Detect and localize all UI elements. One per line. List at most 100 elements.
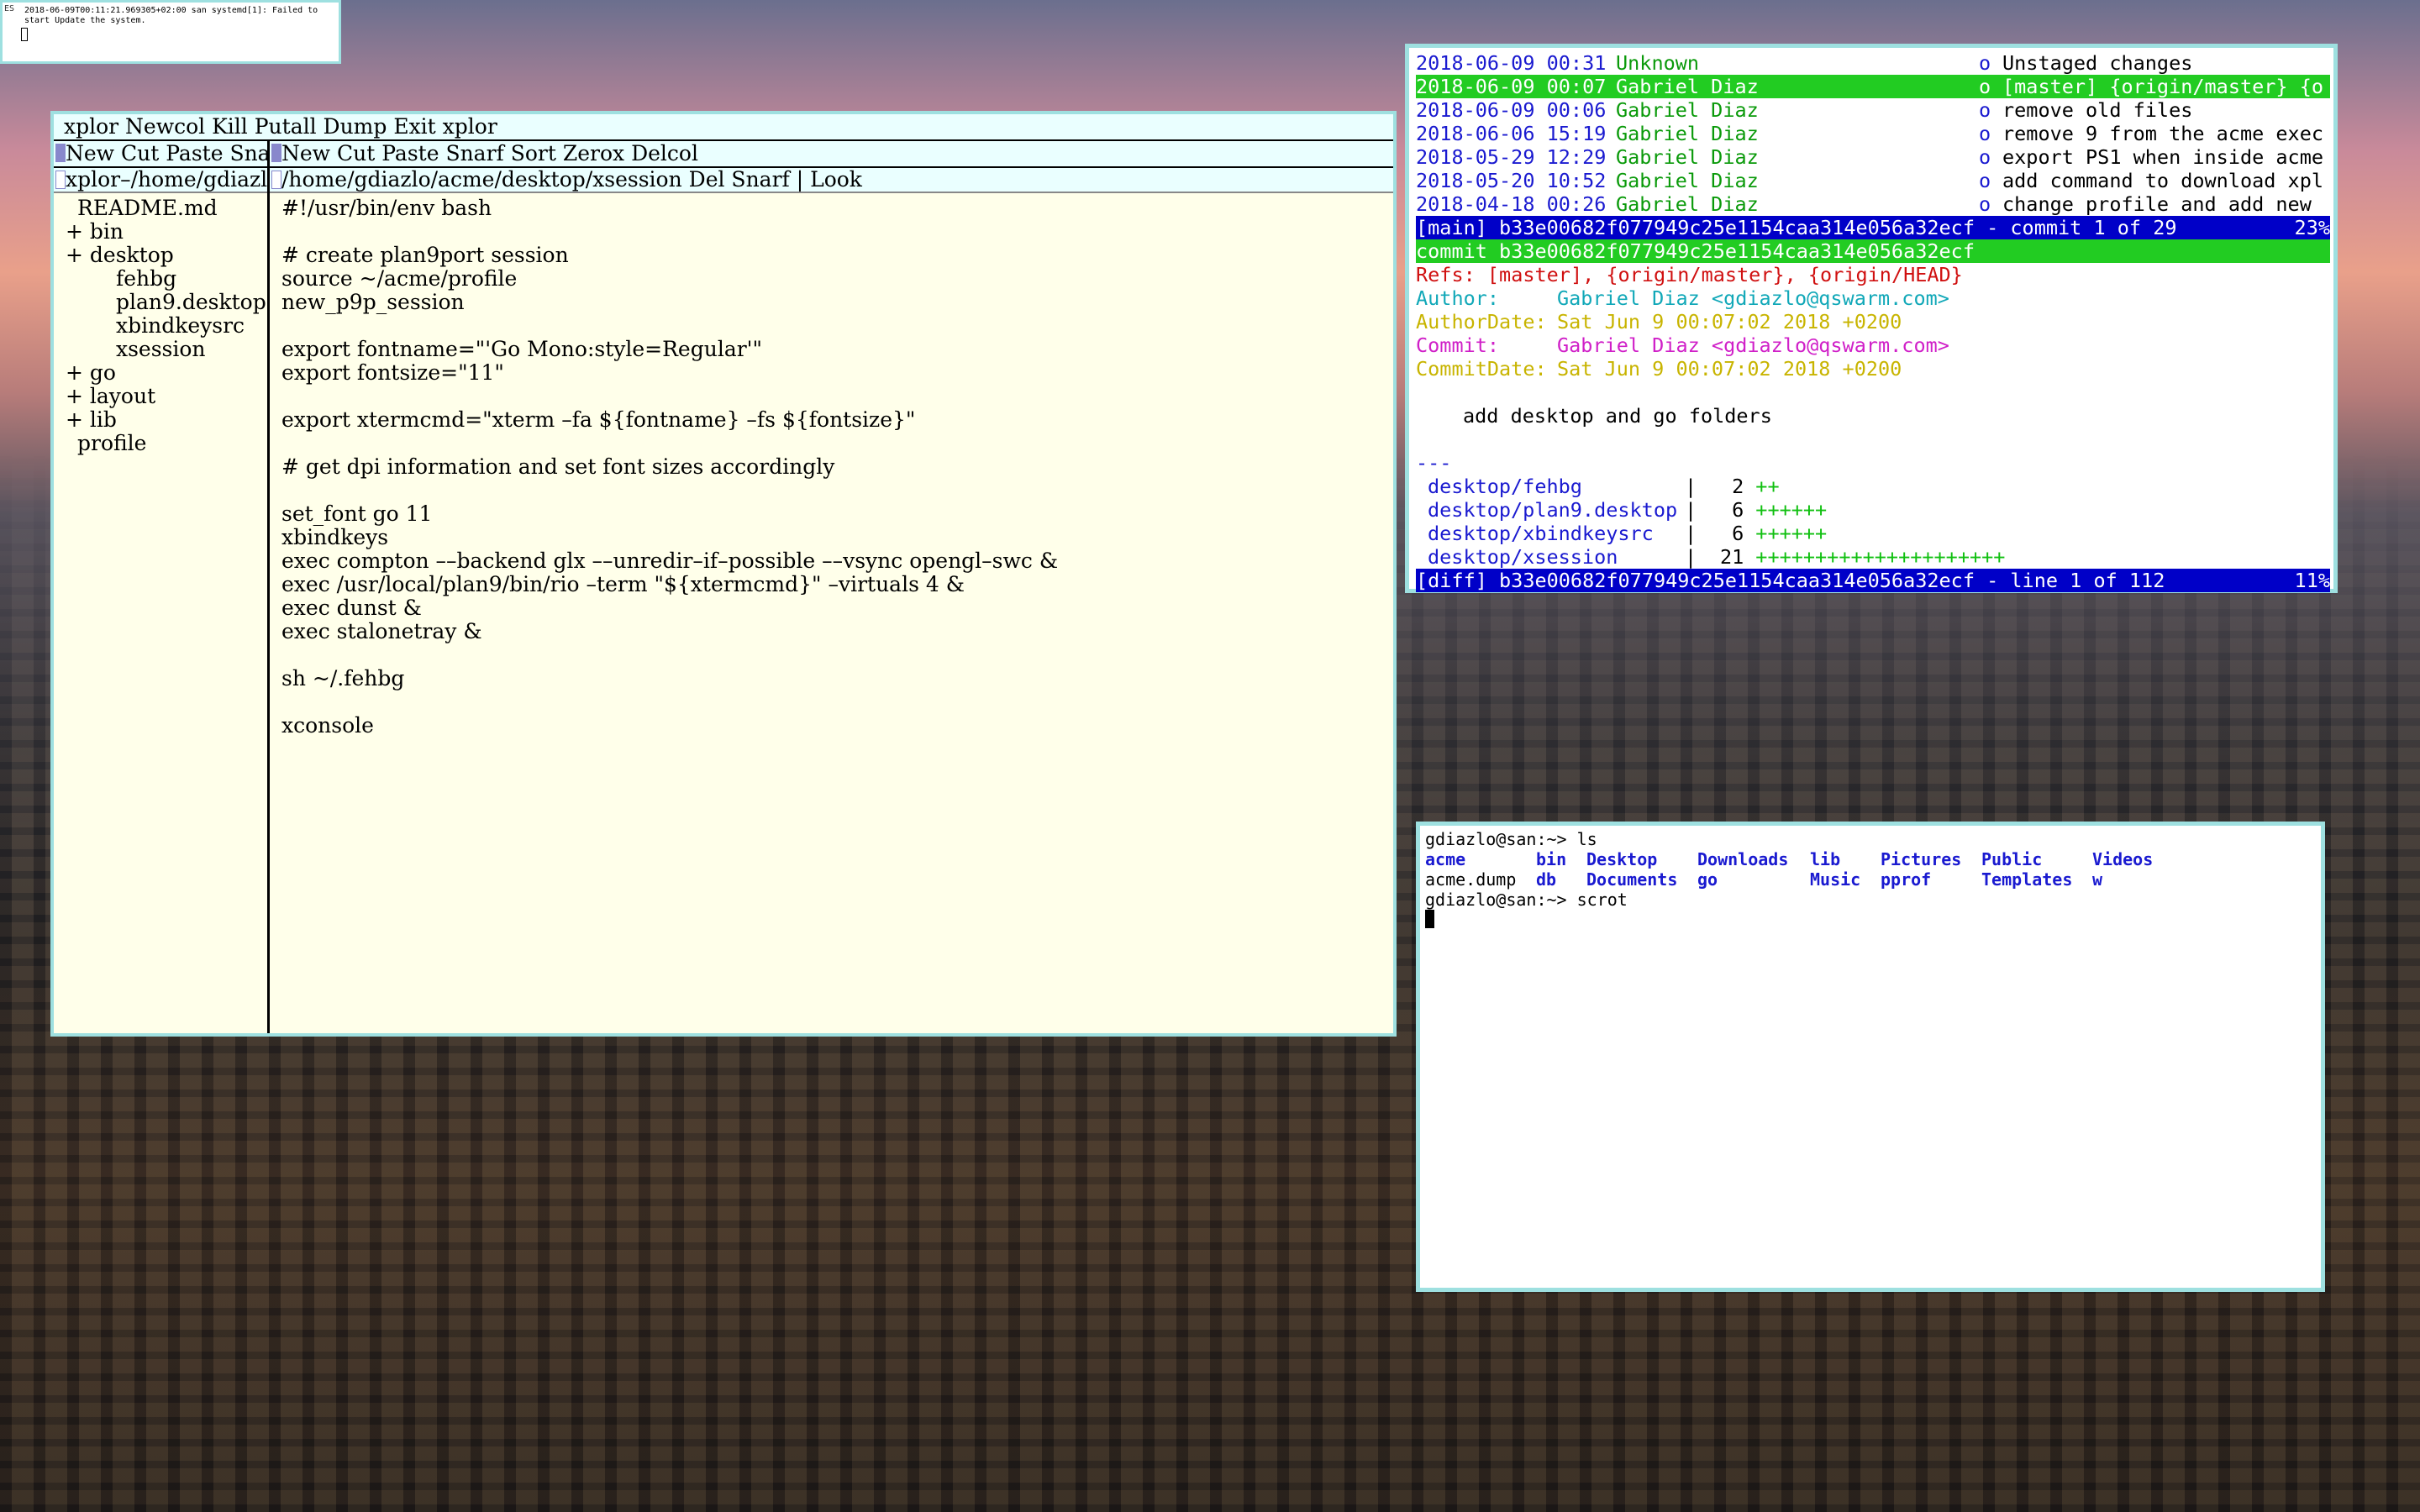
acme-col1-window-tag-text[interactable]: xplor–/home/gdiazl [66, 168, 267, 192]
editor-line[interactable] [281, 314, 1393, 338]
acme-col1-window-tag[interactable]: xplor–/home/gdiazl [54, 168, 267, 193]
editor-line[interactable] [281, 643, 1393, 667]
ls-entry: acme [1425, 849, 1466, 869]
window-drag-handle[interactable] [55, 171, 66, 189]
tig-committer: Commit: Gabriel Diaz <gdiazlo@qswarm.com> [1416, 333, 1949, 357]
xconsole-label: ES [4, 4, 15, 13]
xconsole-cursor [21, 28, 28, 41]
editor-line[interactable]: # get dpi information and set font sizes… [281, 455, 1393, 479]
tree-item[interactable]: + go [66, 361, 267, 385]
column-drag-handle[interactable] [271, 144, 281, 162]
tree-item[interactable]: + desktop [66, 244, 267, 267]
tig-log-row[interactable]: 2018-06-06 15:19 Gabriel Diaz o remove 9 fr… [1416, 122, 2330, 145]
acme-column-2[interactable]: New Cut Paste Snarf Sort Zerox Delcol /h… [270, 141, 1393, 1033]
tig-refs: Refs: [master], {origin/master}, {origin… [1416, 263, 1963, 286]
xsession-editor[interactable]: #!/usr/bin/env bash # create plan9port se… [270, 193, 1393, 738]
tig-separator: --- [1416, 451, 1452, 475]
tig-diffstat[interactable]: desktop/fehbg | 2 ++ desktop/plan9.desktop |… [1416, 475, 2330, 569]
diffstat-row[interactable]: desktop/fehbg | 2 ++ [1416, 475, 2330, 498]
ls-entry: Videos [2092, 849, 2154, 869]
tree-item[interactable]: fehbg [66, 267, 267, 291]
editor-line[interactable]: export fontsize="11" [281, 361, 1393, 385]
terminal-cursor [1425, 910, 1434, 928]
editor-line[interactable] [281, 432, 1393, 455]
ls-entry: Public [1981, 849, 2043, 869]
acme-col2-tag[interactable]: New Cut Paste Snarf Sort Zerox Delcol [270, 141, 1393, 168]
xplor-tree[interactable]: README.md + bin + desktop fehbg plan9.deskto… [54, 193, 267, 455]
editor-line[interactable]: # create plan9port session [281, 244, 1393, 267]
ls-output-row-2: acme.dump db Documents go Music pprof Template… [1425, 869, 2317, 890]
editor-line[interactable]: set_font go 11 [281, 502, 1393, 526]
status-text: [main] b33e00682f077949c25e1154caa314e05… [1416, 216, 2177, 239]
ls-entry: Documents [1586, 869, 1678, 890]
editor-line[interactable] [281, 479, 1393, 502]
editor-line[interactable]: #!/usr/bin/env bash [281, 197, 1393, 220]
column-drag-handle[interactable] [55, 144, 66, 162]
diffstat-row[interactable]: desktop/xbindkeysrc | 6 ++++++ [1416, 522, 2330, 545]
editor-line[interactable]: exec /usr/local/plan9/bin/rio –term "${x… [281, 573, 1393, 596]
tig-main-status: [main] b33e00682f077949c25e1154caa314e05… [1416, 216, 2330, 239]
tig-window[interactable]: 2018-06-09 00:31 Unknown o Unstaged changes… [1405, 44, 2338, 593]
xconsole-window[interactable]: ES 2018-06-09T00:11:21.969305+02:00 san … [0, 0, 341, 64]
editor-line[interactable]: xconsole [281, 714, 1393, 738]
terminal-prompt: gdiazlo@san:~> ls [1425, 829, 1597, 849]
ls-entry: pprof [1881, 869, 1932, 890]
window-drag-handle[interactable] [271, 171, 281, 189]
editor-line[interactable] [281, 690, 1393, 714]
ls-entry: lib [1810, 849, 1841, 869]
terminal-input-line[interactable] [1425, 910, 2317, 930]
xterm-window[interactable]: gdiazlo@san:~> ls acme bin Desktop Download… [1416, 822, 2325, 1292]
editor-line[interactable]: new_p9p_session [281, 291, 1393, 314]
tig-commit-message: add desktop and go folders [1463, 404, 1772, 428]
editor-line[interactable]: export xtermcmd="xterm –fa ${fontname} –… [281, 408, 1393, 432]
tree-item[interactable]: plan9.desktop [66, 291, 267, 314]
tig-diff-status: [diff] b33e00682f077949c25e1154caa314e05… [1416, 569, 2330, 592]
tig-log-row[interactable]: 2018-05-29 12:29 Gabriel Diaz o export PS1 … [1416, 145, 2330, 169]
status-percent: 11% [2294, 569, 2330, 592]
ls-entry: Downloads [1697, 849, 1789, 869]
acme-window[interactable]: xplor Newcol Kill Putall Dump Exit xplor… [50, 111, 1397, 1037]
ls-output-row-1: acme bin Desktop Downloads lib Pictures Public… [1425, 849, 2317, 869]
editor-line[interactable] [281, 385, 1393, 408]
tig-log-row[interactable]: 2018-06-09 00:06 Gabriel Diaz o remove old … [1416, 98, 2330, 122]
acme-col1-tag-text[interactable]: New Cut Paste Sna [66, 141, 267, 165]
ls-entry: Pictures [1881, 849, 1962, 869]
editor-line[interactable]: sh ~/.fehbg [281, 667, 1393, 690]
tree-item[interactable]: README.md [66, 197, 267, 220]
editor-line[interactable]: source ~/acme/profile [281, 267, 1393, 291]
editor-line[interactable]: xbindkeys [281, 526, 1393, 549]
ls-entry: db [1536, 869, 1557, 890]
tig-log-row[interactable]: 2018-04-18 00:26 Gabriel Diaz o change prof… [1416, 192, 2330, 216]
tig-author: Author: Gabriel Diaz <gdiazlo@qswarm.com> [1416, 286, 1949, 310]
acme-col2-window-tag-text[interactable]: /home/gdiazlo/acme/desktop/xsession Del … [281, 168, 862, 192]
tree-item[interactable]: + bin [66, 220, 267, 244]
ls-entry: bin [1536, 849, 1567, 869]
acme-col1-tag[interactable]: New Cut Paste Sna [54, 141, 267, 168]
acme-column-1[interactable]: New Cut Paste Sna xplor–/home/gdiazl REA… [54, 141, 270, 1033]
editor-line[interactable] [281, 220, 1393, 244]
status-percent: 23% [2294, 216, 2330, 239]
tree-item[interactable]: xbindkeysrc [66, 314, 267, 338]
ls-entry: w [2092, 869, 2103, 890]
diffstat-row[interactable]: desktop/xsession | 21 ++++++++++++++++++++… [1416, 545, 2330, 569]
editor-line[interactable]: exec stalonetray & [281, 620, 1393, 643]
diffstat-row[interactable]: desktop/plan9.desktop | 6 ++++++ [1416, 498, 2330, 522]
tree-item[interactable]: xsession [66, 338, 267, 361]
tree-item[interactable]: profile [66, 432, 267, 455]
editor-line[interactable]: exec dunst & [281, 596, 1393, 620]
acme-col2-window-tag[interactable]: /home/gdiazlo/acme/desktop/xsession Del … [270, 168, 1393, 193]
status-text: [diff] b33e00682f077949c25e1154caa314e05… [1416, 569, 2165, 592]
tig-commitdate: CommitDate: Sat Jun 9 00:07:02 2018 +0200 [1416, 357, 1902, 381]
acme-row-tag[interactable]: xplor Newcol Kill Putall Dump Exit xplor [54, 114, 1393, 141]
tig-log-view[interactable]: 2018-06-09 00:31 Unknown o Unstaged changes… [1416, 51, 2330, 216]
acme-col2-tag-text[interactable]: New Cut Paste Snarf Sort Zerox Delcol [281, 141, 698, 165]
ls-entry: acme.dump [1425, 869, 1517, 890]
tree-item[interactable]: + lib [66, 408, 267, 432]
tree-item[interactable]: + layout [66, 385, 267, 408]
tig-log-row[interactable]: 2018-06-09 00:07 Gabriel Diaz o [master] {o… [1416, 75, 2330, 98]
editor-line[interactable]: exec compton ––backend glx ––unredir–if–… [281, 549, 1393, 573]
tig-log-row[interactable]: 2018-05-20 10:52 Gabriel Diaz o add command… [1416, 169, 2330, 192]
editor-line[interactable]: export fontname="'Go Mono:style=Regular'… [281, 338, 1393, 361]
tig-commit-line: commit b33e00682f077949c25e1154caa314e05… [1416, 239, 2330, 263]
tig-log-row[interactable]: 2018-06-09 00:31 Unknown o Unstaged changes [1416, 51, 2330, 75]
